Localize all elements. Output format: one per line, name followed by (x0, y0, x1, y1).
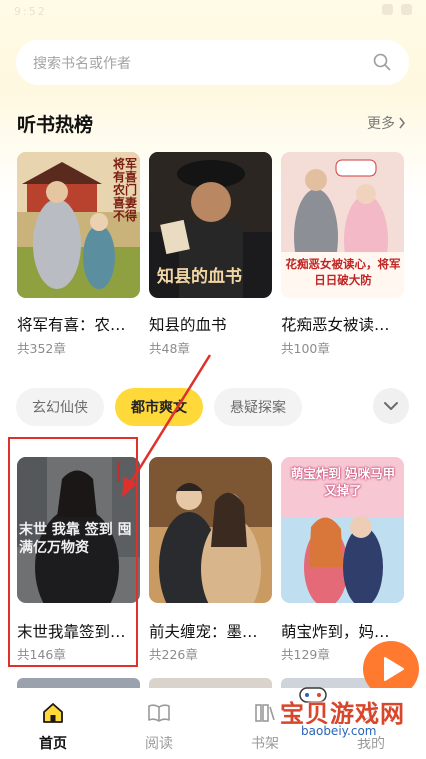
book-title[interactable]: 知县的血书 (149, 313, 274, 335)
cover-text: 将军有喜 农门喜妻不得 (113, 157, 138, 223)
expand-categories-button[interactable] (373, 388, 409, 424)
tab-home[interactable]: 首页 (13, 688, 93, 759)
more-label: 更多 (367, 116, 395, 132)
chapter-count: 共352章 (17, 341, 66, 356)
annotation-highlight-box (8, 437, 138, 667)
chapter-count: 共100章 (281, 341, 330, 356)
book-cover[interactable]: 花痴恶女被读心，将军日日破大防 (281, 152, 404, 298)
status-bar: 9:52 (0, 0, 426, 24)
book-cover[interactable]: 将军有喜 农门喜妻不得 (17, 152, 140, 298)
category-tab-dushi[interactable]: 都市爽文 (115, 388, 203, 426)
category-tab-label: 悬疑探案 (230, 400, 286, 416)
chapter-count: 共48章 (149, 341, 190, 356)
battery-icon (401, 4, 412, 15)
book-title[interactable]: 花痴恶女被读… (281, 313, 406, 335)
book-title[interactable]: 将军有喜：农… (17, 313, 142, 335)
more-link[interactable]: 更多 (367, 113, 406, 133)
book-cover[interactable] (149, 457, 272, 603)
category-tab-xuanyi[interactable]: 悬疑探案 (214, 388, 302, 426)
tab-label: 阅读 (145, 736, 173, 752)
chevron-right-icon (399, 117, 406, 129)
tab-read[interactable]: 阅读 (119, 688, 199, 759)
chapter-count: 共129章 (281, 647, 330, 662)
chevron-down-icon (384, 402, 398, 410)
book-cover[interactable]: 萌宝炸到 妈咪马甲又掉了 (281, 457, 404, 603)
home-icon (43, 703, 63, 723)
book-open-icon (148, 704, 170, 722)
tab-label: 首页 (39, 736, 67, 752)
search-icon[interactable] (373, 53, 391, 71)
status-time: 9:52 (14, 5, 47, 18)
search-placeholder: 搜索书名或作者 (33, 56, 131, 72)
site-watermark: 宝贝游戏网 baobeiy.com (258, 687, 408, 750)
book-cover[interactable]: 知县的血书 (149, 152, 272, 298)
book-title[interactable]: 萌宝炸到，妈… (281, 620, 406, 642)
watermark-url: baobeiy.com (298, 724, 380, 738)
category-tab-label: 都市爽文 (131, 400, 187, 416)
section-title-hot: 听书热榜 (17, 114, 94, 136)
search-bar[interactable]: 搜索书名或作者 (16, 40, 409, 85)
cover-text: 花痴恶女被读心，将军日日破大防 (285, 257, 401, 287)
category-tab-label: 玄幻仙侠 (32, 400, 88, 416)
status-icons (382, 4, 412, 15)
category-tab-xuanhuan[interactable]: 玄幻仙侠 (16, 388, 104, 426)
cover-text: 萌宝炸到 妈咪马甲又掉了 (290, 466, 396, 498)
book-title[interactable]: 前夫缠宠：墨… (149, 620, 274, 642)
cover-text: 知县的血书 (157, 267, 242, 287)
wifi-icon (382, 4, 393, 15)
chapter-count: 共226章 (149, 647, 198, 662)
